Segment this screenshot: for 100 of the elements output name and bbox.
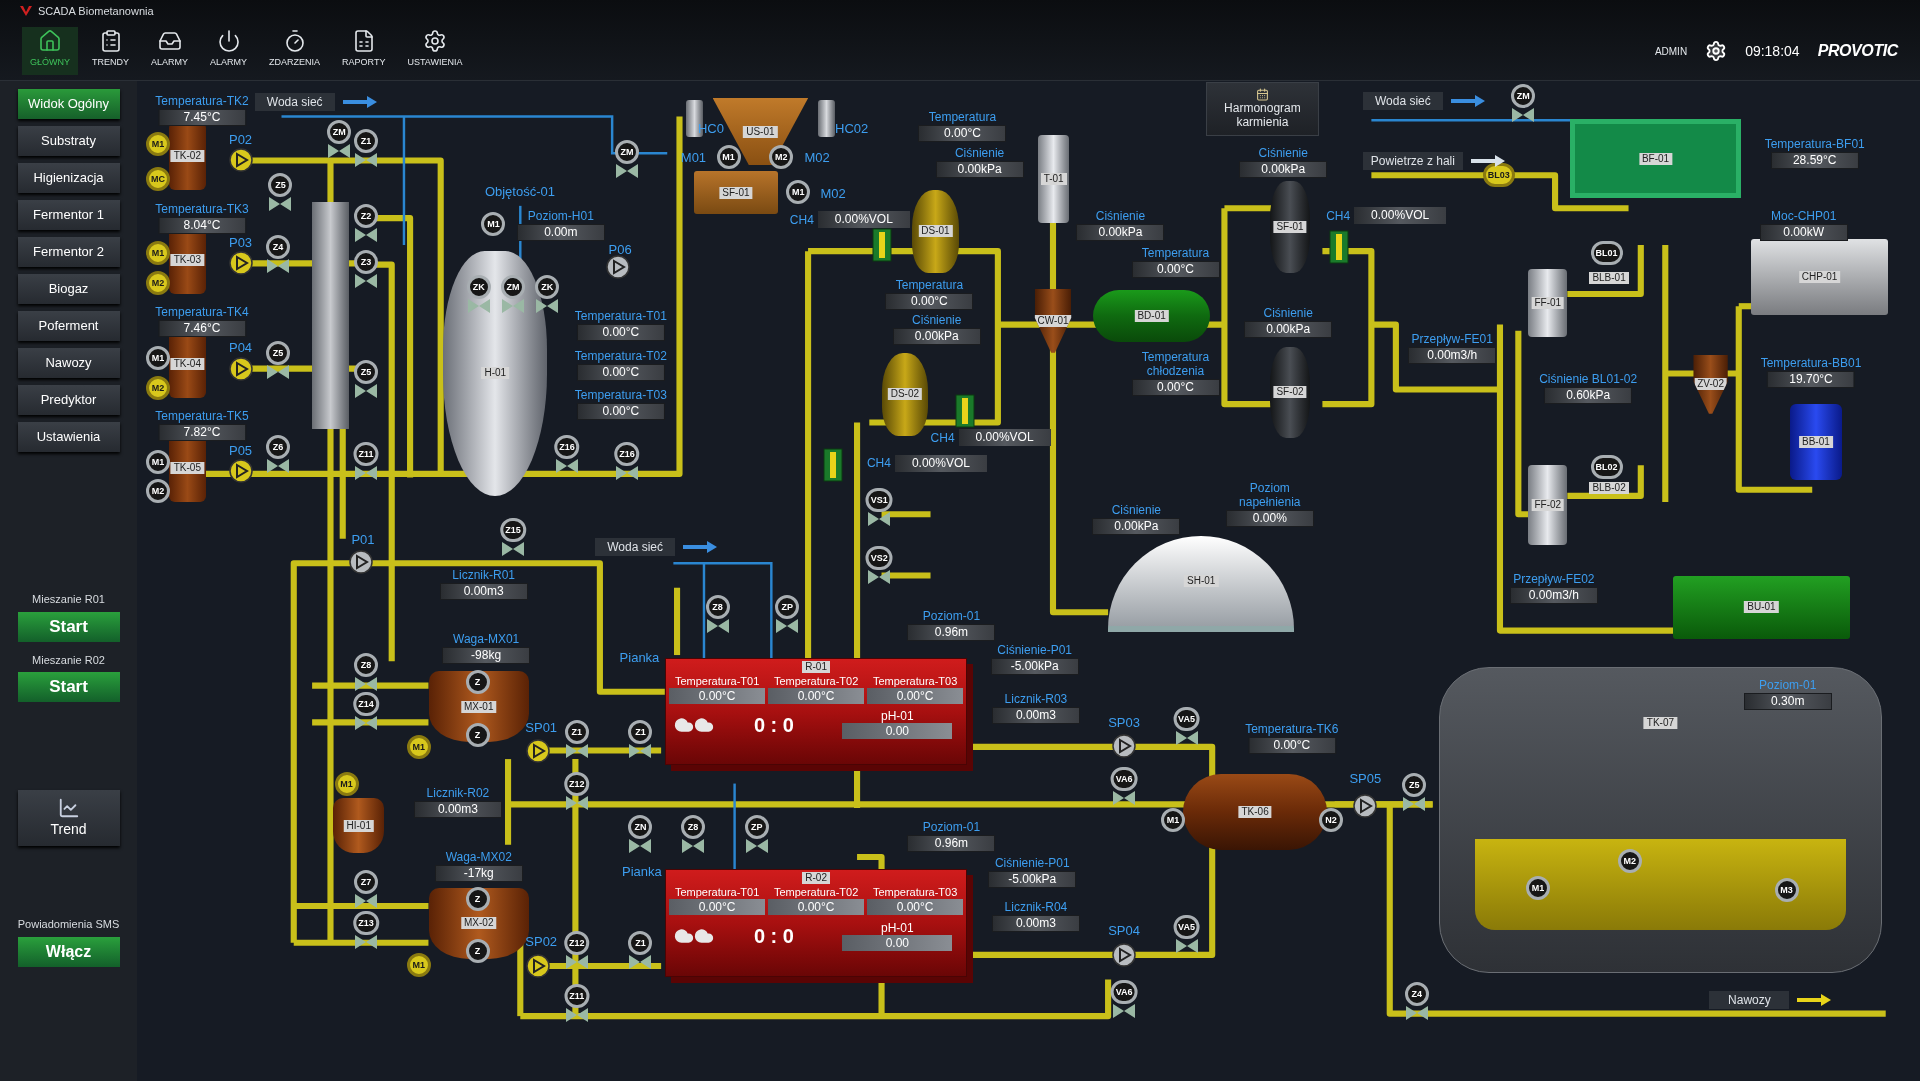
pump-icon[interactable]: [229, 459, 254, 484]
readout-value: 0.00m: [516, 224, 605, 242]
settings-icon[interactable]: [1705, 40, 1728, 62]
valve-indicator[interactable]: Z7: [354, 869, 379, 894]
valve-indicator[interactable]: VS1: [865, 487, 893, 512]
valve-indicator[interactable]: Z4: [265, 235, 290, 260]
start-button[interactable]: Start: [17, 672, 120, 702]
pump-icon[interactable]: [1112, 733, 1137, 758]
valve-indicator[interactable]: VA6: [1110, 766, 1138, 791]
toolbar-button[interactable]: ALARMY: [143, 27, 197, 75]
motor-indicator[interactable]: M1: [481, 212, 506, 237]
valve-indicator[interactable]: Z1: [354, 128, 379, 153]
valve-indicator[interactable]: Z13: [353, 911, 379, 936]
pump-icon[interactable]: [229, 148, 254, 173]
valve-indicator[interactable]: ZM: [327, 120, 352, 145]
motor-indicator[interactable]: M1: [145, 132, 170, 157]
motor-indicator[interactable]: M1: [716, 144, 741, 169]
readout-label: Temperatura chłodzenia: [1140, 350, 1211, 379]
pump-icon[interactable]: [525, 738, 550, 763]
valve-icon: [629, 838, 652, 853]
valve-indicator[interactable]: Z14: [353, 692, 379, 717]
valve-indicator[interactable]: Z5: [354, 360, 379, 385]
motor-indicator[interactable]: MC: [145, 166, 170, 191]
motor-indicator[interactable]: M2: [145, 479, 170, 503]
sidebar-item[interactable]: Fermentor 2: [17, 237, 120, 267]
valve-indicator[interactable]: ZP: [744, 814, 769, 839]
sidebar-item[interactable]: Substraty: [17, 126, 120, 156]
feeding-schedule-button[interactable]: Harmonogram karmienia: [1206, 82, 1319, 136]
valve-indicator[interactable]: Z15: [500, 518, 526, 543]
valve-icon: [536, 298, 559, 313]
toolbar-button[interactable]: ZDARZENIA: [261, 27, 329, 75]
pump-icon[interactable]: [525, 954, 550, 979]
toolbar-button[interactable]: TRENDY: [84, 27, 138, 75]
motor-indicator[interactable]: M1: [334, 771, 359, 796]
pump-icon[interactable]: [606, 254, 631, 279]
pump-icon[interactable]: [1353, 793, 1378, 818]
motor-indicator[interactable]: M1: [145, 241, 170, 266]
valve-indicator[interactable]: Z1: [628, 720, 653, 745]
valve-indicator[interactable]: ZK: [535, 274, 560, 299]
valve-indicator[interactable]: Z16: [614, 442, 640, 467]
sms-toggle-button[interactable]: Włącz: [17, 936, 120, 967]
toolbar-button[interactable]: GŁÓWNY: [22, 27, 78, 75]
motor-indicator[interactable]: M2: [145, 270, 170, 295]
motor-indicator[interactable]: M1: [786, 180, 811, 205]
pump-icon[interactable]: [349, 550, 374, 575]
valve-indicator[interactable]: VA5: [1173, 914, 1200, 939]
sidebar-item[interactable]: Poferment: [17, 311, 120, 341]
toolbar-button[interactable]: USTAWIENIA: [399, 27, 471, 75]
sidebar-item[interactable]: Nawozy: [17, 348, 120, 378]
valve-indicator[interactable]: Z11: [564, 983, 590, 1008]
valve-indicator[interactable]: Z4: [1404, 982, 1429, 1007]
motor-indicator[interactable]: M1: [145, 449, 170, 474]
valve-indicator[interactable]: Z5: [265, 340, 290, 365]
sidebar-item[interactable]: Higienizacja: [17, 163, 120, 193]
toolbar-button[interactable]: ALARMY: [202, 27, 256, 75]
trend-button[interactable]: Trend: [17, 790, 120, 846]
readout-label: Temperatura-T02: [773, 886, 859, 900]
motor-indicator[interactable]: M2: [769, 144, 794, 169]
pump-icon[interactable]: [1112, 943, 1137, 968]
motor-indicator[interactable]: M2: [145, 376, 170, 401]
sidebar-item[interactable]: Fermentor 1: [17, 200, 120, 230]
valve-indicator[interactable]: Z11: [353, 442, 379, 467]
valve-indicator[interactable]: Z6: [265, 434, 290, 459]
sidebar-item[interactable]: Biogaz: [17, 274, 120, 304]
valve-indicator[interactable]: VA6: [1110, 979, 1138, 1004]
valve-indicator[interactable]: ZP: [775, 595, 800, 620]
sidebar-item[interactable]: Widok Ogólny: [17, 89, 120, 119]
valve-indicator[interactable]: Z2: [354, 203, 379, 228]
valve-indicator[interactable]: Z12: [564, 930, 590, 955]
motor-indicator[interactable]: M1: [1161, 808, 1186, 833]
valve-indicator[interactable]: VA5: [1173, 706, 1200, 731]
valve-indicator[interactable]: Z8: [705, 595, 730, 620]
valve-indicator[interactable]: Z12: [564, 771, 590, 796]
valve-indicator[interactable]: ZM: [1511, 83, 1536, 108]
readout-label: Ciśnienie: [1095, 209, 1146, 224]
motor-indicator[interactable]: BL03: [1482, 163, 1515, 188]
start-button[interactable]: Start: [17, 611, 120, 642]
valve-indicator[interactable]: Z1: [628, 930, 653, 955]
pump-icon[interactable]: [229, 356, 254, 381]
valve-indicator[interactable]: Z16: [554, 434, 580, 459]
valve-indicator[interactable]: Z5: [1402, 772, 1427, 797]
valve-indicator[interactable]: Z8: [681, 814, 706, 839]
pump-icon[interactable]: [229, 251, 254, 276]
valve-indicator[interactable]: ZN: [628, 814, 653, 839]
toolbar-button[interactable]: RAPORTY: [334, 27, 394, 75]
valve-indicator[interactable]: Z5: [268, 172, 293, 197]
motor-indicator[interactable]: M1: [406, 734, 431, 759]
motor-indicator[interactable]: M1: [145, 345, 170, 370]
valve-indicator[interactable]: VS2: [865, 546, 893, 571]
valve-indicator[interactable]: Z8: [354, 652, 379, 677]
motor-indicator[interactable]: BL01: [1590, 241, 1623, 266]
valve-indicator[interactable]: Z1: [564, 720, 589, 745]
motor-indicator[interactable]: M1: [406, 952, 431, 977]
sidebar-item[interactable]: Predyktor: [17, 385, 120, 415]
valve-indicator[interactable]: Z3: [354, 250, 379, 275]
motor-indicator[interactable]: BL02: [1590, 454, 1623, 479]
motor-indicator[interactable]: N2: [1319, 808, 1344, 833]
sidebar-item[interactable]: Ustawienia: [17, 422, 120, 452]
valve-indicator[interactable]: ZM: [614, 139, 639, 164]
chart-icon: [57, 796, 80, 819]
